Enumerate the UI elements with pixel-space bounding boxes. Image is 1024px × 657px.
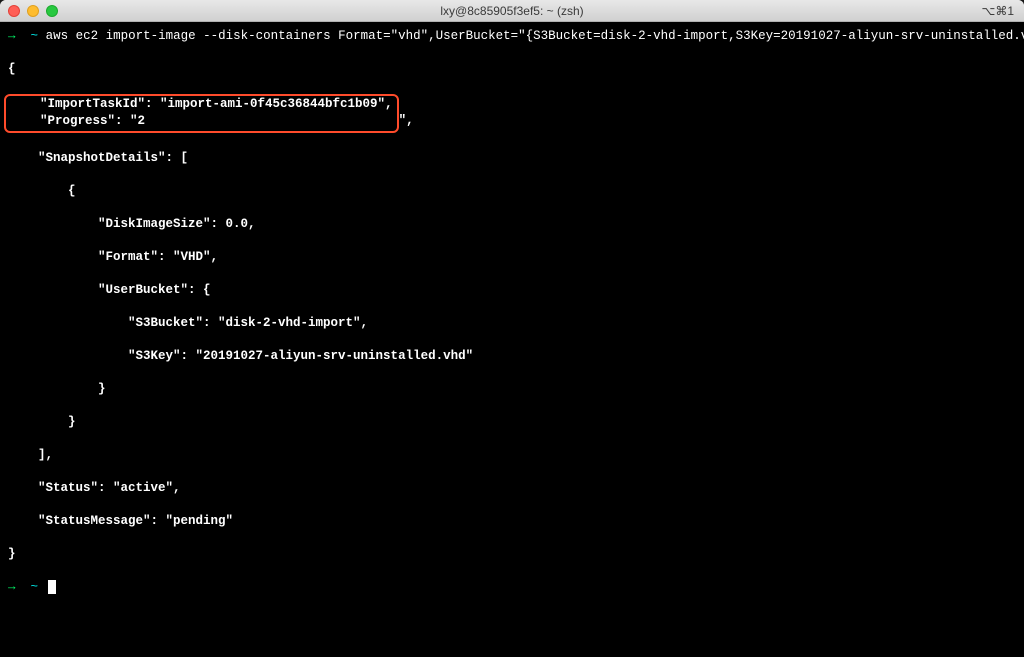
- prompt-cwd: ~: [31, 29, 39, 43]
- window-shortcut: ⌥⌘1: [981, 4, 1014, 18]
- prompt-cwd: ~: [31, 580, 39, 594]
- window-title: lxy@8c85905f3ef5: ~ (zsh): [440, 4, 583, 18]
- close-icon[interactable]: [8, 5, 20, 17]
- prompt-arrow-icon: →: [8, 29, 16, 43]
- output-line: { "ImportTaskId": "import-ami-0f45c36844…: [8, 61, 1016, 562]
- minimize-icon[interactable]: [27, 5, 39, 17]
- command-text: aws ec2 import-image --disk-containers F…: [46, 29, 1024, 43]
- terminal-window: lxy@8c85905f3ef5: ~ (zsh) ⌥⌘1 → ~ aws ec…: [0, 0, 1024, 657]
- prompt-arrow-icon: →: [8, 580, 16, 594]
- cursor-icon: [48, 580, 56, 594]
- maximize-icon[interactable]: [46, 5, 58, 17]
- traffic-lights: [8, 5, 58, 17]
- terminal-body[interactable]: → ~ aws ec2 import-image --disk-containe…: [0, 22, 1024, 657]
- highlight-import-task-id: "ImportTaskId": "import-ami-0f45c36844bf…: [4, 94, 399, 133]
- titlebar: lxy@8c85905f3ef5: ~ (zsh) ⌥⌘1: [0, 0, 1024, 22]
